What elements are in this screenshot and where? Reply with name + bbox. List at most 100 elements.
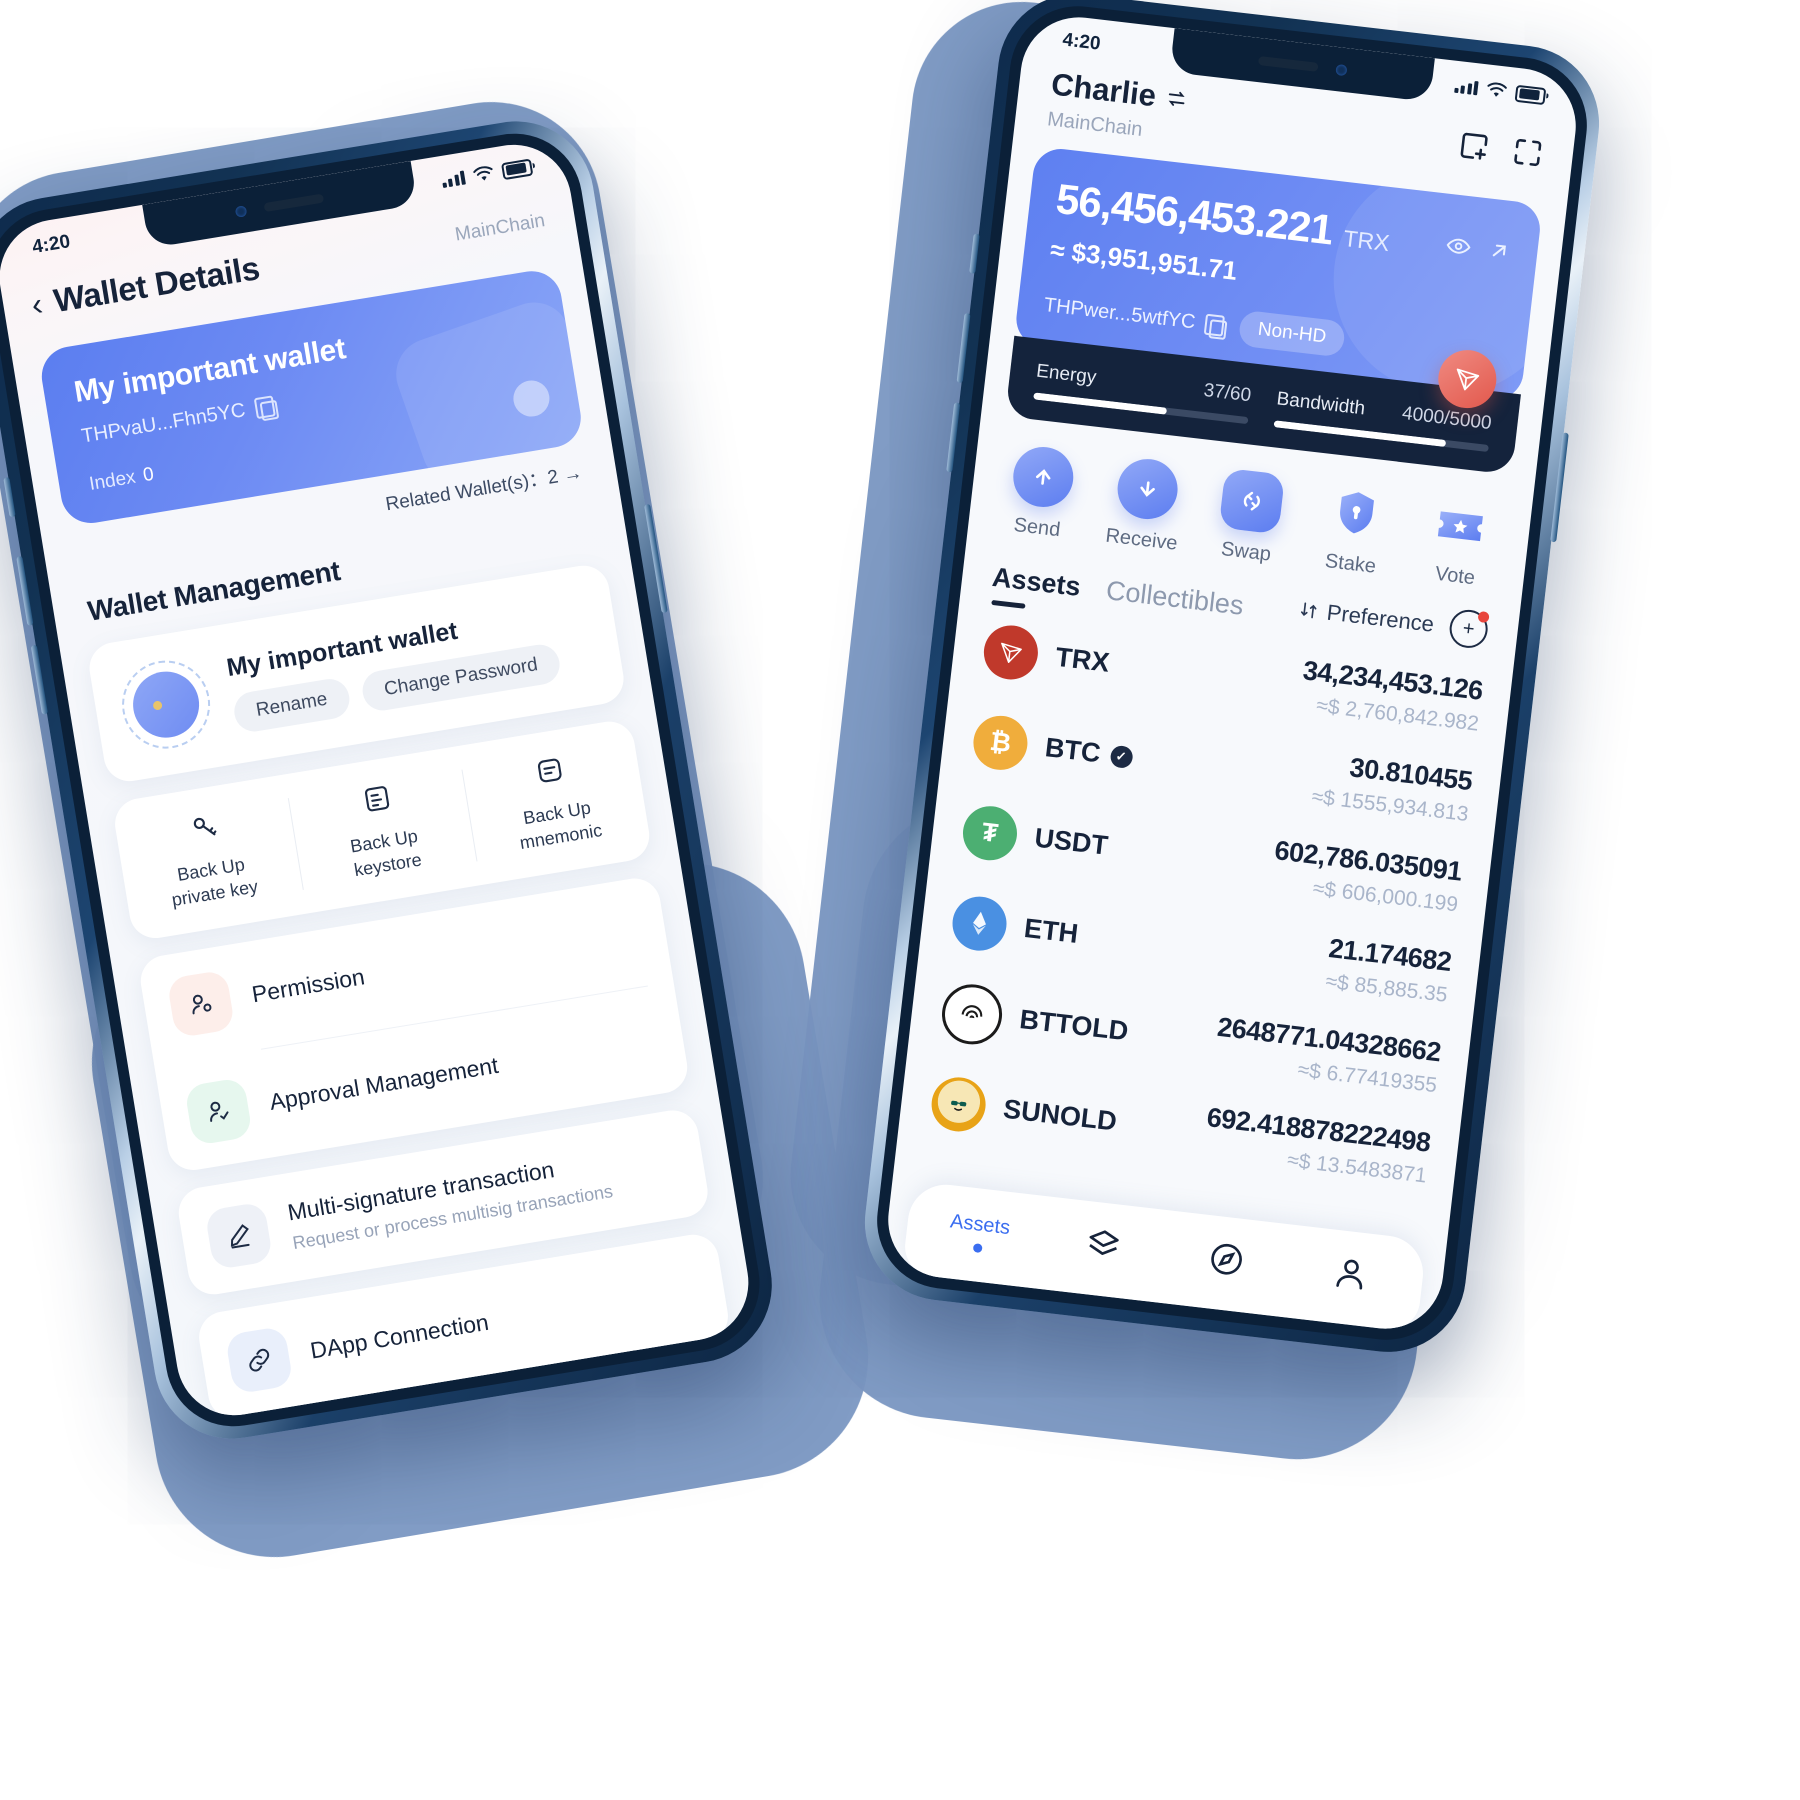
quick-action-stake[interactable]: Stake xyxy=(1297,477,1412,581)
add-token-icon[interactable]: + xyxy=(1447,607,1490,650)
wallet-index-label: Index xyxy=(87,466,138,495)
bandwidth-value: 4000/5000 xyxy=(1400,402,1493,435)
quick-action-receive[interactable]: Receive xyxy=(1088,453,1203,557)
wifi-icon xyxy=(473,166,493,181)
swap-icon xyxy=(1218,467,1286,535)
usdt-coin-icon: ₮ xyxy=(960,802,1020,863)
arrow-down-icon xyxy=(1114,455,1181,523)
quick-action-stake-label: Stake xyxy=(1323,550,1378,578)
quick-action-swap[interactable]: Swap xyxy=(1192,465,1307,569)
account-name: Charlie xyxy=(1049,66,1158,114)
shield-lock-icon xyxy=(1323,480,1389,546)
quick-action-receive-label: Receive xyxy=(1104,524,1179,555)
page-title: Wallet Details xyxy=(51,249,263,320)
asset-symbol: SUNOLD xyxy=(1001,1093,1119,1137)
layers-icon xyxy=(1088,1230,1119,1255)
switch-account-icon[interactable] xyxy=(1165,87,1189,111)
backup-private-key-button[interactable]: Back Up private key xyxy=(111,774,307,941)
rename-button[interactable]: Rename xyxy=(231,675,353,734)
ticket-star-icon xyxy=(1428,492,1494,558)
quick-action-vote-label: Vote xyxy=(1433,562,1477,590)
backup-keystore-button[interactable]: Back Up keystore xyxy=(284,746,480,913)
btc-coin-icon: ₿ xyxy=(970,712,1031,773)
energy-label: Energy xyxy=(1035,360,1098,389)
explore-icon xyxy=(1211,1243,1243,1275)
sort-icon xyxy=(1301,602,1317,619)
quick-action-swap-label: Swap xyxy=(1219,538,1273,566)
scan-icon[interactable] xyxy=(1509,134,1547,172)
multisig-text: Multi-signature transaction Request or p… xyxy=(286,1148,615,1255)
backup-private-key-label: Back Up private key xyxy=(170,854,260,911)
quick-action-send-label: Send xyxy=(1012,514,1062,542)
balance-area: 56,456,453.221 TRX ≈ $3,951,951.71 THPwe… xyxy=(1005,146,1543,475)
signal-icon-right xyxy=(1453,79,1479,96)
quick-action-vote[interactable]: Vote xyxy=(1401,489,1516,593)
asset-symbol: USDT xyxy=(1033,822,1110,861)
hd-badge: Non-HD xyxy=(1237,309,1347,358)
profile-icon xyxy=(1336,1259,1362,1290)
wifi-icon-right xyxy=(1487,82,1507,97)
battery-icon xyxy=(500,158,534,180)
account-address-row[interactable]: THPwer...5wtfYC xyxy=(1043,294,1226,338)
add-wallet-icon[interactable] xyxy=(1455,127,1493,165)
power-button-right[interactable] xyxy=(1550,432,1569,543)
energy-value: 37/60 xyxy=(1202,379,1253,407)
account-block[interactable]: Charlie MainChain xyxy=(1046,66,1190,146)
account-address: THPwer...5wtfYC xyxy=(1042,293,1197,333)
quick-action-send[interactable]: Send xyxy=(983,441,1098,545)
eth-coin-icon xyxy=(949,893,1010,954)
asset-values: 692.418878222498 ≈$ 13.5483871 xyxy=(1202,1102,1432,1188)
wallet-row-right: My important wallet Rename Change Passwo… xyxy=(225,595,597,734)
asset-symbol-row: BTC ✓ xyxy=(1043,732,1134,773)
asset-values: 21.174682 ≈$ 85,885.35 xyxy=(1324,933,1453,1008)
pencil-icon xyxy=(204,1200,274,1270)
balance-decoration xyxy=(1321,151,1543,403)
asset-values: 30.810455 ≈$ 1555,934.813 xyxy=(1310,748,1474,827)
arrow-up-icon xyxy=(1009,443,1077,511)
link-icon xyxy=(224,1325,294,1395)
dapp-label: DApp Connection xyxy=(308,1308,491,1364)
bttold-coin-icon xyxy=(938,980,1006,1048)
asset-symbol: TRX xyxy=(1053,641,1112,678)
tab-bar-explore[interactable] xyxy=(1162,1232,1291,1291)
battery-icon-right xyxy=(1514,84,1547,105)
backup-mnemonic-label: Back Up mnemonic xyxy=(518,797,604,854)
permission-label: Permission xyxy=(249,963,367,1008)
tab-bar-collectibles[interactable] xyxy=(1038,1218,1167,1277)
approval-icon xyxy=(184,1076,253,1146)
preference-label: Preference xyxy=(1325,599,1436,637)
phone-right-screen: 4:20 Charlie MainChain 56,456,453.221 TR… xyxy=(881,11,1583,1335)
sunold-coin-icon xyxy=(928,1074,989,1134)
asset-symbol: ETH xyxy=(1022,912,1080,949)
copy-icon[interactable] xyxy=(253,395,276,420)
signal-icon xyxy=(440,170,466,189)
asset-symbol: BTTOLD xyxy=(1018,1004,1130,1047)
bandwidth-label: Bandwidth xyxy=(1275,388,1367,420)
phone-left: 4:20 ‹ Wallet Details MainChain My impor… xyxy=(0,109,784,1451)
wallet-icon xyxy=(128,666,204,743)
asset-symbol: BTC xyxy=(1043,732,1103,769)
wallet-index-value: 0 xyxy=(141,463,156,487)
phone-left-screen: 4:20 ‹ Wallet Details MainChain My impor… xyxy=(0,136,757,1424)
verified-icon: ✓ xyxy=(1108,744,1134,769)
tab-bar-profile[interactable] xyxy=(1286,1247,1415,1306)
header-actions xyxy=(1455,114,1548,172)
status-time-right: 4:20 xyxy=(1061,29,1102,55)
approval-label: Approval Management xyxy=(267,1051,501,1116)
asset-values: 2648771.04328662 ≈$ 6.77419355 xyxy=(1212,1012,1443,1098)
tab-bar-assets-label: Assets xyxy=(949,1210,1012,1240)
backup-mnemonic-button[interactable]: Back Up mnemonic xyxy=(457,718,653,885)
chevron-left-icon[interactable]: ‹ xyxy=(29,286,45,323)
backup-keystore-label: Back Up keystore xyxy=(348,825,424,881)
screenshot-stage: 4:20 ‹ Wallet Details MainChain My impor… xyxy=(0,0,1800,1800)
copy-icon-right[interactable] xyxy=(1204,313,1226,337)
tab-bar-assets[interactable]: Assets xyxy=(915,1207,1043,1260)
active-dot xyxy=(972,1243,983,1254)
resource-energy[interactable]: Energy 37/60 xyxy=(1033,361,1252,425)
asset-list: TRX 34,234,453.126 ≈$ 2,760,842.982 ₿ BT… xyxy=(893,589,1515,1236)
wallet-avatar xyxy=(115,654,217,756)
chain-label: MainChain xyxy=(453,210,547,246)
wallet-address: THPvaU...Fhn5YC xyxy=(79,399,247,448)
asset-values: 602,786.035091 ≈$ 606,000.199 xyxy=(1269,835,1463,917)
asset-values: 34,234,453.126 ≈$ 2,760,842.982 xyxy=(1298,655,1484,736)
